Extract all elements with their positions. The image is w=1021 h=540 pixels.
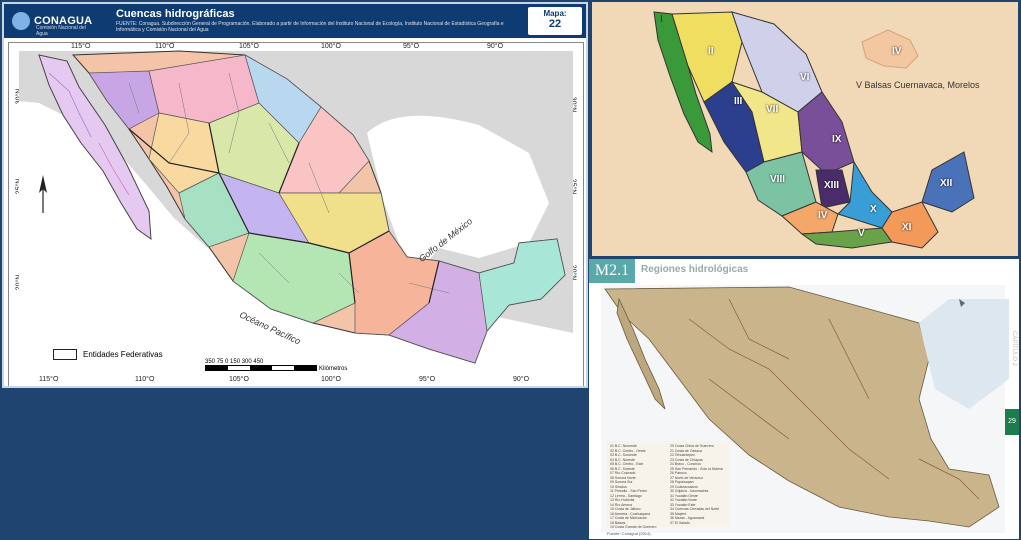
hydrologic-regions-panel: M2.1 Regiones hidrológicas CAPÍTULO 2 29… — [589, 259, 1019, 539]
inset-caption: V Balsas Cuernavaca, Morelos — [856, 80, 980, 90]
region-label: XIII — [824, 180, 840, 191]
region-label: X — [870, 204, 877, 215]
map-number-box: Mapa: 22 — [528, 7, 582, 35]
region-label: VI — [800, 72, 810, 83]
map-legend: Entidades Federativas — [53, 349, 163, 360]
map-label: Mapa: — [543, 9, 567, 18]
source-note: Fuente: Conagua (2014). — [607, 531, 652, 536]
side-label: CAPÍTULO 2 — [1011, 331, 1017, 367]
scale-graphic — [205, 365, 317, 371]
region-label: I — [660, 14, 663, 25]
region-label: IV — [818, 210, 828, 221]
region-label: VII — [766, 104, 779, 115]
cuencas-map-panel: CONAGUA Comisión Nacional del Agua Cuenc… — [2, 2, 588, 388]
region-label: II — [708, 46, 714, 57]
map-frame: 115°O 110°O 105°O 100°O 95°O 90°O 115°O … — [8, 42, 584, 386]
conagua-logo: CONAGUA Comisión Nacional del Agua — [12, 10, 94, 37]
map-header: CONAGUA Comisión Nacional del Agua Cuenc… — [4, 4, 586, 38]
legend-item: 19 Costa Grande de Guerrero — [610, 525, 657, 529]
map-number: 22 — [548, 18, 562, 30]
legend-item: 37 El Salado — [670, 520, 690, 525]
map-title: Cuencas hidrográficas — [116, 8, 235, 20]
scale-unit: Kilómetros — [319, 366, 348, 372]
region-label: XII — [940, 178, 953, 189]
inset-region-IV — [861, 29, 919, 69]
legend-item: 34 Cuencas Cerradas del Norte — [670, 507, 720, 511]
regions-colored-map-panel: I II III VI VII IX VIII XIII IV V X XI X… — [592, 2, 1018, 256]
legend-swatch — [53, 349, 77, 360]
map-source: FUENTE: Conagua. Subdirección General de… — [116, 21, 504, 33]
legend-list: 01 B.C. Noroeste 02 B.C. Centro - Oeste … — [610, 444, 726, 530]
logo-subtext: Comisión Nacional del Agua — [36, 25, 86, 37]
regions-legend: 01 B.C. Noroeste 02 B.C. Centro - Oeste … — [607, 441, 729, 530]
legend-label: Entidades Federativas — [83, 350, 163, 359]
region-label: V — [858, 228, 865, 239]
region-label: XI — [902, 222, 912, 233]
region-label: III — [734, 96, 743, 107]
water-drop-icon — [12, 12, 30, 30]
region-label: IX — [832, 134, 842, 145]
inset-label: IV — [892, 46, 902, 57]
region-label: VIII — [770, 174, 786, 185]
page-tab: 29 — [1005, 409, 1019, 435]
regions-map — [653, 11, 975, 249]
scale-bar: 350 75 0 150 300 450 Kilómetros — [205, 359, 347, 372]
